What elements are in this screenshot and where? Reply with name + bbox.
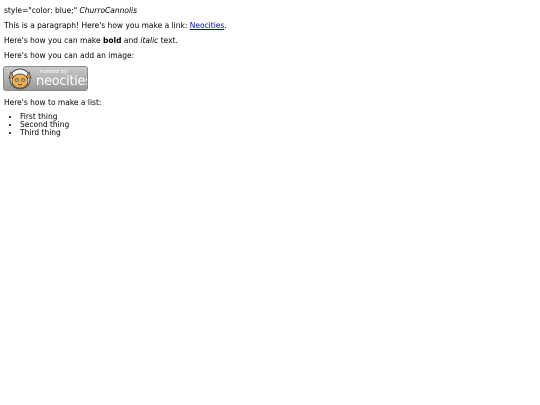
style-text: style="color: blue;" [4,6,78,15]
list-item: Third thing [20,129,69,137]
and-text: and [123,36,138,45]
period-text: . [224,21,227,30]
neocities-link[interactable]: Neocities [190,21,225,30]
text-suffix: text. [160,36,178,45]
italic-word: italic [140,36,159,45]
neocities-brand-text: neocities [36,74,88,89]
style-line: style="color: blue;" ChurroCannolis [4,6,137,15]
page: style="color: blue;" ChurroCannolis This… [0,0,540,405]
paragraph-text: This is a paragraph! Here's how you make… [4,21,188,30]
site-name: ChurroCannolis [79,6,138,15]
things-list: First thing Second thing Third thing [4,113,69,137]
hosted-by-neocities-badge[interactable]: hosted by neocities [3,66,88,91]
image-intro-line: Here's how you can add an image: [4,51,135,60]
bold-word: bold [103,36,122,45]
list-intro-line: Here's how to make a list: [4,98,102,107]
neocities-cat-logo-icon [8,68,32,90]
bold-prefix-text: Here's how you can make [4,36,101,45]
paragraph-line: This is a paragraph! Here's how you make… [4,21,227,30]
formatting-line: Here's how you can make bold and italic … [4,36,178,45]
